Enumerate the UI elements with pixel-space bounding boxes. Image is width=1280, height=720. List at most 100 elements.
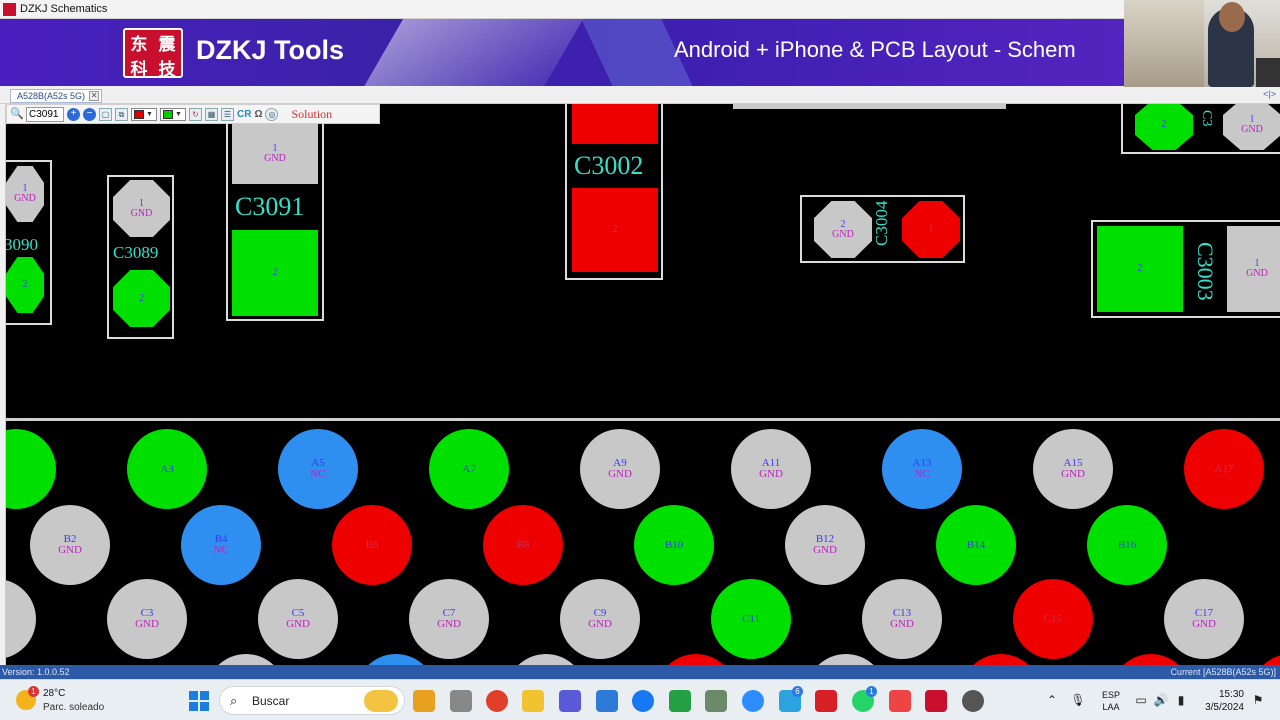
bga-ball[interactable]: B4 NC: [181, 505, 261, 585]
bga-ball[interactable]: C7 GND: [409, 579, 489, 659]
bga-ball[interactable]: A9 GND: [580, 429, 660, 509]
copy-icon[interactable]: ⧉: [115, 107, 128, 121]
bga-ball-partial[interactable]: [961, 654, 1041, 665]
zoom-out-icon[interactable]: −: [83, 107, 96, 121]
windows-start-icon[interactable]: [189, 691, 209, 711]
teams-icon[interactable]: [559, 690, 581, 712]
pad-c3089-1[interactable]: 1 GND: [113, 180, 170, 237]
bga-ball[interactable]: A13 NC: [882, 429, 962, 509]
list-icon[interactable]: ☰: [221, 107, 234, 121]
settings-icon[interactable]: ◎: [265, 107, 279, 121]
pad-c3004-2[interactable]: 2 GND: [814, 201, 872, 258]
widgets-icon[interactable]: [413, 690, 435, 712]
tab-a528b[interactable]: A528B(A52s 5G) ✕: [10, 89, 103, 103]
weather-temperature[interactable]: 28°C: [43, 688, 65, 699]
component-search-input[interactable]: [26, 106, 64, 122]
bga-ball[interactable]: [6, 429, 56, 509]
ball-id: C11: [742, 612, 760, 625]
bga-ball[interactable]: B10: [634, 505, 714, 585]
color-picker-2[interactable]: ▼: [160, 107, 186, 121]
tab-nav-arrows[interactable]: <|>: [1263, 89, 1276, 99]
component-c3003[interactable]: 2 1 GND: [1091, 220, 1280, 318]
bga-ball[interactable]: B14: [936, 505, 1016, 585]
bga-ball[interactable]: B2 GND: [30, 505, 110, 585]
bga-ball[interactable]: B12 GND: [785, 505, 865, 585]
facebook-icon[interactable]: [632, 690, 654, 712]
pad-c3002-2[interactable]: 2: [572, 188, 658, 272]
bga-ball[interactable]: A7: [429, 429, 509, 509]
pad-top-right-2[interactable]: 2: [1135, 104, 1193, 150]
pad-c3089-2[interactable]: 2: [113, 270, 170, 327]
bga-ball[interactable]: B8: [483, 505, 563, 585]
bga-ball[interactable]: A3: [127, 429, 207, 509]
bga-ball-partial[interactable]: [206, 654, 286, 665]
display-icon[interactable]: ▭: [1133, 692, 1149, 708]
bga-ball[interactable]: [6, 579, 36, 659]
tab-close-icon[interactable]: ✕: [89, 91, 100, 101]
color-picker-1[interactable]: ▼: [131, 107, 157, 121]
pad-c3091-1[interactable]: 1 GND: [232, 124, 318, 184]
zoom-icon[interactable]: [742, 690, 764, 712]
store-icon[interactable]: [596, 690, 618, 712]
bga-ball-partial[interactable]: [356, 654, 436, 665]
bga-ball[interactable]: C3 GND: [107, 579, 187, 659]
text-tool-button[interactable]: CR: [237, 109, 251, 120]
pad-3090-2[interactable]: 2: [6, 257, 44, 313]
bga-ball-partial[interactable]: [1251, 654, 1280, 665]
pad-c3003-1[interactable]: 1 GND: [1227, 226, 1280, 312]
pad-3090-1[interactable]: 1 GND: [6, 166, 44, 222]
taskbar-search-box[interactable]: ⌕ Buscar: [219, 686, 405, 715]
pcb-canvas[interactable]: 1 GND 2 3090 1 GND 2 C3089 1 GND 2 C3091…: [6, 104, 1280, 665]
bga-ball[interactable]: C5 GND: [258, 579, 338, 659]
bga-ball[interactable]: A5 NC: [278, 429, 358, 509]
volume-icon[interactable]: 🔊: [1153, 692, 1169, 708]
bga-ball[interactable]: C9 GND: [560, 579, 640, 659]
bga-ball-partial[interactable]: [656, 654, 736, 665]
grid-icon[interactable]: ▦: [205, 107, 218, 121]
bga-ball-partial[interactable]: [506, 654, 586, 665]
battery-icon[interactable]: ▮: [1173, 692, 1189, 708]
dzkj-taskbar-icon[interactable]: [925, 690, 947, 712]
obs-icon[interactable]: [962, 690, 984, 712]
bga-ball[interactable]: A17: [1184, 429, 1264, 509]
notification-icon[interactable]: ⚑: [1250, 692, 1266, 708]
pad-c3002-1[interactable]: [572, 104, 658, 144]
netflix-icon[interactable]: [815, 690, 837, 712]
pad-c3003-2[interactable]: 2: [1097, 226, 1183, 312]
clock[interactable]: 15:30 3/5/2024: [1198, 688, 1244, 720]
bga-ball[interactable]: C15: [1013, 579, 1093, 659]
app-icon-red[interactable]: [889, 690, 911, 712]
component-c3002[interactable]: 2: [565, 104, 663, 280]
bga-ball-partial[interactable]: [806, 654, 886, 665]
bga-ball[interactable]: C13 GND: [862, 579, 942, 659]
chevron-up-icon[interactable]: ⌃: [1044, 692, 1060, 708]
microphone-icon[interactable]: 🎙: [1070, 692, 1086, 708]
bga-ball[interactable]: C17 GND: [1164, 579, 1244, 659]
pad-c3091-2[interactable]: 2: [232, 230, 318, 316]
bga-ball[interactable]: A15 GND: [1033, 429, 1113, 509]
weather-description[interactable]: Parc. soleado: [43, 702, 104, 713]
photos-icon[interactable]: [705, 690, 727, 712]
bga-ball-partial[interactable]: [1111, 654, 1191, 665]
solution-button[interactable]: Solution: [291, 107, 332, 122]
bga-ball[interactable]: A11 GND: [731, 429, 811, 509]
bga-ball[interactable]: C11: [711, 579, 791, 659]
designator-3090: 3090: [6, 235, 38, 254]
bga-ball[interactable]: B16: [1087, 505, 1167, 585]
meet-icon[interactable]: [669, 690, 691, 712]
refresh-icon[interactable]: ↻: [189, 107, 202, 121]
fit-view-icon[interactable]: ▢: [99, 107, 112, 121]
pad-top-right-1[interactable]: 1 GND: [1223, 104, 1280, 150]
pad-c3004-1[interactable]: 1: [902, 201, 960, 258]
omega-button[interactable]: Ω: [254, 109, 262, 120]
file-explorer-icon[interactable]: [522, 690, 544, 712]
chrome-icon[interactable]: [486, 690, 508, 712]
zoom-in-icon[interactable]: +: [67, 107, 80, 121]
ball-net: GND: [890, 618, 914, 630]
language-indicator[interactable]: ESP LAA: [1102, 689, 1120, 720]
window-titlebar: DZKJ Schematics: [0, 0, 1280, 19]
horizontal-scrollbar[interactable]: [733, 104, 1006, 109]
search-icon[interactable]: 🔍: [10, 108, 24, 121]
task-view-icon[interactable]: [450, 690, 472, 712]
bga-ball[interactable]: B6: [332, 505, 412, 585]
